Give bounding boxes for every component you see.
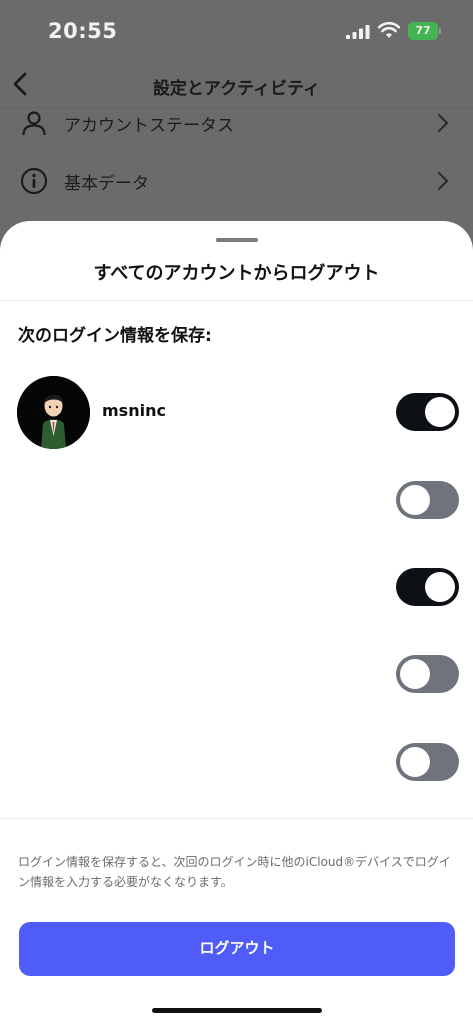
chevron-right-icon	[438, 114, 449, 132]
save-login-section-title: 次のログイン情報を保存:	[18, 326, 212, 346]
chevron-right-icon	[438, 172, 449, 190]
logout-bottom-sheet: すべてのアカウントからログアウト 次のログイン情報を保存: msninc ログイ…	[0, 221, 473, 1024]
save-login-toggle-4[interactable]	[396, 655, 459, 693]
status-bar: 20:55 77	[0, 0, 473, 62]
wifi-icon	[378, 22, 400, 38]
divider	[0, 300, 473, 301]
settings-row-basic-data[interactable]: 基本データ	[0, 153, 473, 209]
battery-tip	[439, 28, 441, 34]
save-login-toggle-3[interactable]	[396, 568, 459, 606]
settings-row-label: 基本データ	[64, 174, 149, 194]
person-icon	[22, 111, 46, 136]
toggle-knob	[400, 659, 430, 689]
battery-level: 77	[408, 22, 438, 40]
status-time: 20:55	[48, 19, 118, 43]
save-login-toggle-2[interactable]	[396, 481, 459, 519]
settings-row-label: アカウントステータス	[64, 116, 234, 136]
logout-button[interactable]: ログアウト	[19, 922, 455, 976]
toggle-knob	[400, 485, 430, 515]
save-login-toggle-1[interactable]	[396, 393, 459, 431]
toggle-knob	[425, 397, 455, 427]
account-username: msninc	[102, 401, 166, 420]
divider	[0, 818, 473, 819]
avatar-illustration	[17, 376, 90, 449]
footer-note: ログイン情報を保存すると、次回のログイン時に他のiCloud®デバイスでログイン…	[18, 855, 451, 889]
logout-button-label: ログアウト	[199, 940, 275, 957]
settings-row-account-status[interactable]: アカウントステータス	[0, 95, 473, 151]
battery-icon: 77	[408, 22, 441, 40]
sheet-title: すべてのアカウントからログアウト	[93, 263, 380, 284]
save-login-toggle-5[interactable]	[396, 743, 459, 781]
info-icon	[20, 167, 48, 195]
cellular-signal-icon	[346, 25, 370, 39]
sheet-grabber[interactable]	[216, 238, 258, 242]
avatar	[17, 376, 90, 449]
toggle-knob	[425, 572, 455, 602]
toggle-knob	[400, 747, 430, 777]
home-indicator	[152, 1008, 322, 1013]
